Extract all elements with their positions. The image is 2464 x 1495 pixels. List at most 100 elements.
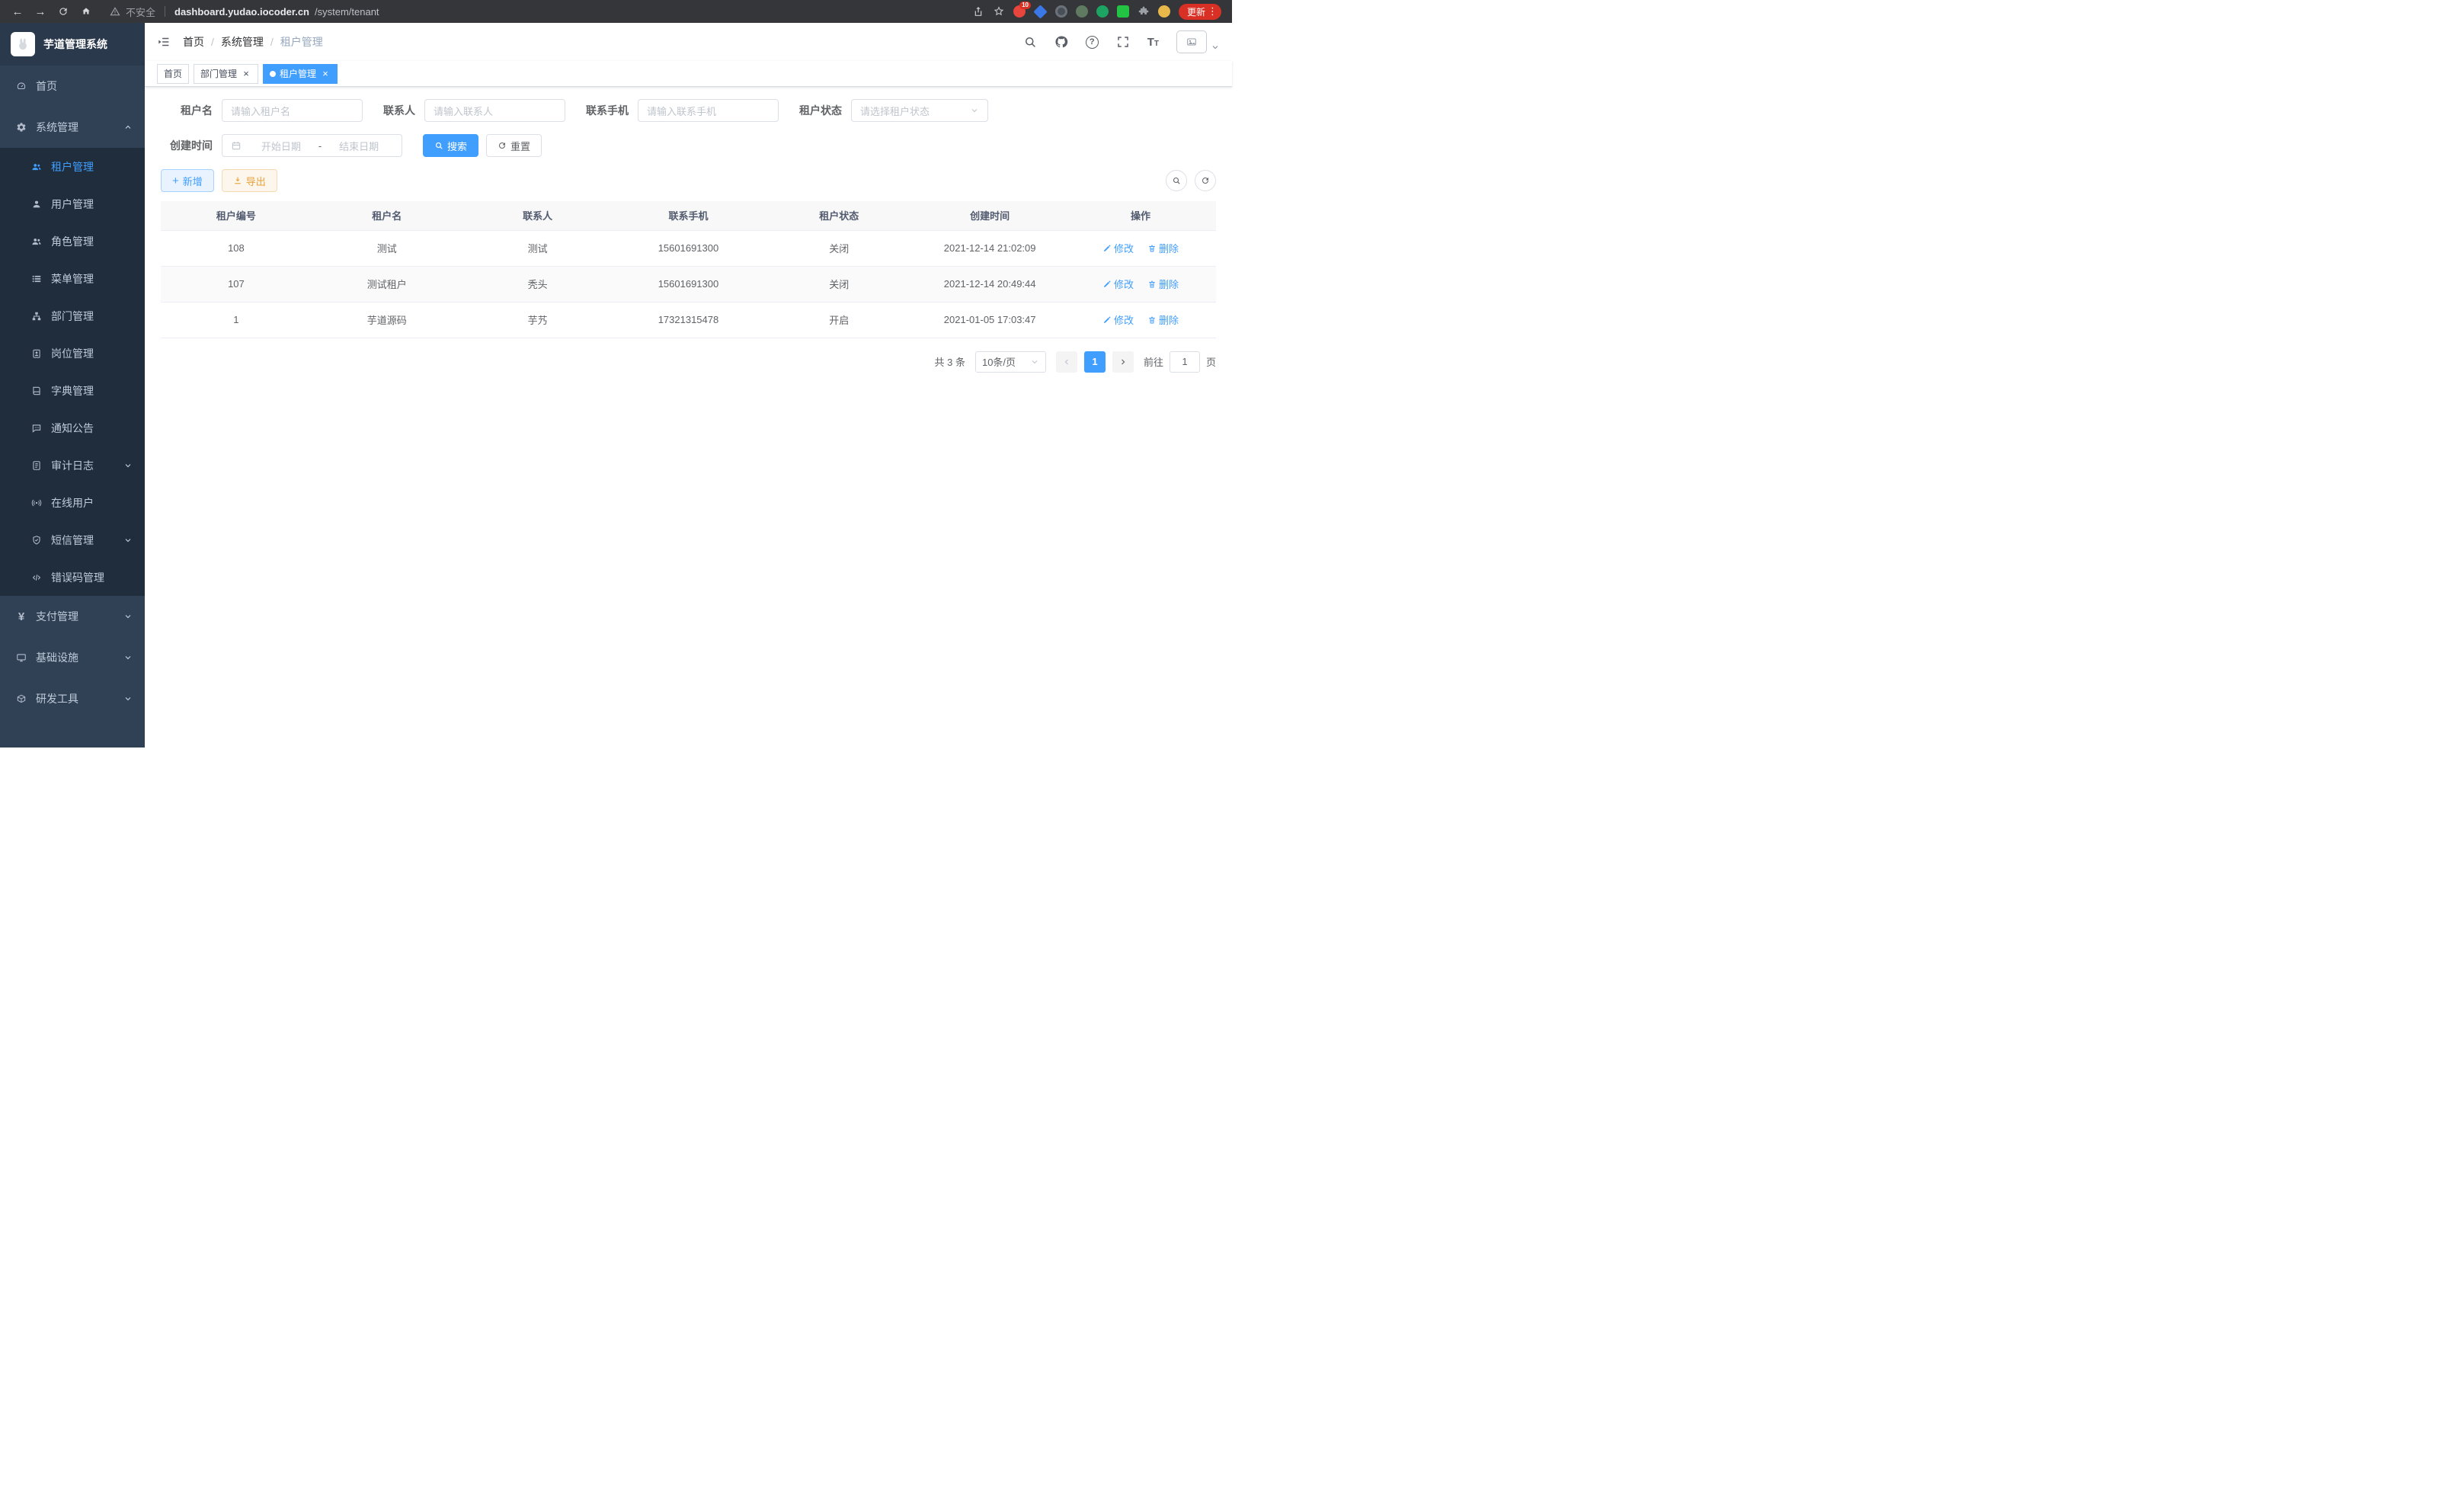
bookmark-star-icon[interactable]	[993, 5, 1005, 18]
back-icon[interactable]: ←	[8, 2, 27, 21]
export-button[interactable]: 导出	[222, 169, 277, 192]
sidebar-item-user[interactable]: 用户管理	[0, 185, 145, 222]
forward-icon[interactable]: →	[30, 2, 50, 21]
edit-link[interactable]: 修改	[1102, 277, 1134, 291]
active-dot	[270, 71, 276, 77]
extension-icon[interactable]	[1096, 5, 1109, 18]
url-path: /system/tenant	[315, 6, 379, 18]
search-button[interactable]: 搜索	[423, 134, 478, 157]
sidebar-item-infrastructure[interactable]: 基础设施	[0, 637, 145, 678]
table-row: 1 芋道源码 芋艿 17321315478 开启 2021-01-05 17:0…	[161, 302, 1216, 338]
extension-icon[interactable]: 10	[1013, 5, 1026, 18]
sidebar-item-label: 短信管理	[51, 533, 94, 548]
phone-input[interactable]: 请输入联系手机	[638, 99, 779, 122]
help-icon[interactable]: ?	[1086, 36, 1099, 49]
breadcrumb-home[interactable]: 首页	[183, 34, 204, 50]
browser-toolbar: ← → 不安全 dashboard.yudao.iocoder.cn/syste…	[0, 0, 1232, 23]
home-icon[interactable]	[76, 2, 96, 21]
table-header-row: 租户编号 租户名 联系人 联系手机 租户状态 创建时间 操作	[161, 201, 1216, 230]
delete-label: 删除	[1159, 241, 1179, 255]
page-number-button[interactable]: 1	[1084, 351, 1106, 373]
navbar-actions: ? TT	[1023, 30, 1220, 53]
app-title: 芋道管理系统	[43, 37, 107, 52]
extensions-puzzle-icon[interactable]	[1138, 5, 1150, 18]
refresh-table-button[interactable]	[1195, 170, 1216, 191]
sidebar-item-tenant[interactable]: 租户管理	[0, 148, 145, 185]
col-tenant-name: 租户名	[312, 201, 462, 230]
extension-icon[interactable]	[1076, 5, 1088, 18]
sidebar-item-label: 部门管理	[51, 309, 94, 324]
close-icon[interactable]: ×	[320, 69, 331, 79]
page-size-select[interactable]: 10条/页	[975, 351, 1046, 373]
user-avatar-menu[interactable]	[1176, 30, 1220, 53]
sidebar-item-dict[interactable]: 字典管理	[0, 372, 145, 409]
profile-avatar-icon[interactable]	[1158, 5, 1170, 18]
next-page-button[interactable]	[1112, 351, 1134, 373]
goto-page-input[interactable]	[1170, 351, 1200, 373]
sidebar-logo[interactable]: 芋道管理系统	[0, 23, 145, 66]
cell-phone: 15601691300	[613, 230, 764, 266]
share-icon[interactable]	[972, 5, 984, 18]
sidebar-item-sms[interactable]: 短信管理	[0, 521, 145, 559]
date-range-picker[interactable]: 开始日期 - 结束日期	[222, 134, 402, 157]
cell-id: 107	[161, 266, 312, 302]
reset-button[interactable]: 重置	[486, 134, 542, 157]
tab-home[interactable]: 首页	[157, 64, 189, 84]
status-select[interactable]: 请选择租户状态	[851, 99, 988, 122]
close-icon[interactable]: ×	[241, 69, 251, 79]
address-bar[interactable]: 不安全 dashboard.yudao.iocoder.cn/system/te…	[99, 5, 969, 19]
github-icon[interactable]	[1054, 35, 1068, 49]
cell-status: 关闭	[763, 266, 914, 302]
fullscreen-icon[interactable]	[1116, 35, 1130, 49]
sidebar-item-errorcode[interactable]: 错误码管理	[0, 559, 145, 596]
delete-label: 删除	[1159, 312, 1179, 327]
sidebar-item-dept[interactable]: 部门管理	[0, 297, 145, 335]
kebab-menu-icon[interactable]: ⋮	[1208, 5, 1218, 18]
tenant-name-input[interactable]: 请输入租户名	[222, 99, 363, 122]
signal-icon	[30, 498, 43, 508]
cell-actions: 修改 删除	[1065, 230, 1216, 266]
font-size-icon[interactable]: TT	[1147, 37, 1159, 48]
tenant-users-icon	[30, 162, 43, 172]
toggle-search-button[interactable]	[1166, 170, 1187, 191]
add-button[interactable]: + 新增	[161, 169, 214, 192]
chevron-down-icon	[1030, 357, 1039, 367]
delete-link[interactable]: 删除	[1147, 312, 1179, 327]
delete-link[interactable]: 删除	[1147, 277, 1179, 291]
extension-icon[interactable]	[1055, 5, 1067, 18]
sidebar: 芋道管理系统 首页 系统管理 租户管理	[0, 23, 145, 748]
prev-page-button[interactable]	[1056, 351, 1077, 373]
sidebar-item-devtools[interactable]: 研发工具	[0, 678, 145, 719]
sidebar-item-post[interactable]: 岗位管理	[0, 335, 145, 372]
tab-label: 租户管理	[280, 67, 316, 80]
contact-input[interactable]: 请输入联系人	[424, 99, 565, 122]
update-button[interactable]: 更新 ⋮	[1179, 4, 1221, 20]
sidebar-item-menu[interactable]: 菜单管理	[0, 260, 145, 297]
search-icon[interactable]	[1023, 35, 1037, 49]
sidebar-item-role[interactable]: 角色管理	[0, 222, 145, 260]
sidebar-item-label: 通知公告	[51, 421, 94, 436]
sidebar-item-label: 首页	[36, 78, 57, 94]
edit-link[interactable]: 修改	[1102, 241, 1134, 255]
sidebar-item-home[interactable]: 首页	[0, 66, 145, 107]
delete-label: 删除	[1159, 277, 1179, 291]
sidebar-item-label: 菜单管理	[51, 271, 94, 287]
cube-icon	[15, 693, 27, 704]
sidebar-item-payment[interactable]: ¥ 支付管理	[0, 596, 145, 637]
tab-dept[interactable]: 部门管理 ×	[194, 64, 258, 84]
sidebar-item-notice[interactable]: 通知公告	[0, 409, 145, 447]
sidebar-fold-icon[interactable]	[157, 35, 171, 49]
sidebar-item-online-users[interactable]: 在线用户	[0, 484, 145, 521]
extension-icon[interactable]	[1033, 5, 1047, 18]
cell-id: 108	[161, 230, 312, 266]
reload-icon[interactable]	[53, 2, 73, 21]
extension-icon[interactable]	[1117, 5, 1129, 18]
sidebar-item-audit-log[interactable]: 审计日志	[0, 447, 145, 484]
yen-icon: ¥	[15, 610, 27, 623]
breadcrumb-system[interactable]: 系统管理	[221, 34, 264, 50]
sidebar-item-system[interactable]: 系统管理	[0, 107, 145, 148]
filter-create-time: 创建时间 开始日期 - 结束日期	[161, 134, 402, 157]
edit-link[interactable]: 修改	[1102, 312, 1134, 327]
tab-tenant[interactable]: 租户管理 ×	[263, 64, 338, 84]
delete-link[interactable]: 删除	[1147, 241, 1179, 255]
